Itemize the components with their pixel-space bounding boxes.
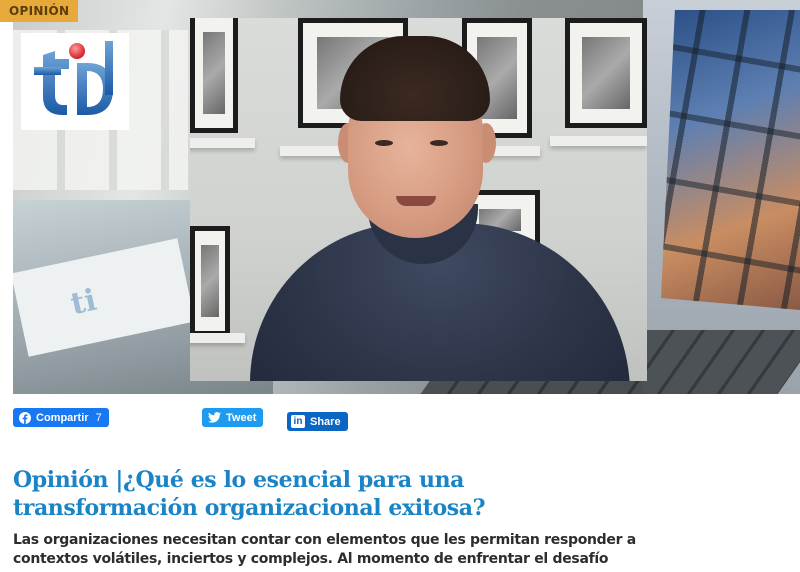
twitter-tweet-label: Tweet xyxy=(226,411,257,424)
facebook-icon xyxy=(19,411,31,424)
linkedin-share-label: Share xyxy=(310,415,341,428)
wall-frame xyxy=(190,18,238,133)
wall-shelf xyxy=(190,333,245,343)
person-eye xyxy=(375,140,393,146)
facebook-share-count: 7 xyxy=(95,411,102,424)
wall-shelf xyxy=(550,136,647,146)
article-title[interactable]: Opinión |¿Qué es lo esencial para una tr… xyxy=(13,466,653,522)
linkedin-icon: in xyxy=(291,415,305,428)
facebook-share-button[interactable]: Compartir 7 xyxy=(13,408,109,427)
wall-frame xyxy=(565,18,647,128)
twitter-tweet-button[interactable]: Tweet xyxy=(202,408,264,427)
person-mouth xyxy=(396,196,436,206)
linkedin-share-button[interactable]: in Share xyxy=(287,412,348,431)
category-tag[interactable]: OPINIÓN xyxy=(0,0,79,22)
twitter-bird-icon xyxy=(208,412,221,423)
laptop-screen-reflection xyxy=(661,10,800,310)
person-eye xyxy=(430,140,448,146)
article-lead: Las organizaciones necesitan contar con … xyxy=(13,532,636,567)
ti-logo-icon[interactable] xyxy=(21,33,129,130)
facebook-share-label: Compartir xyxy=(36,411,89,424)
wall-frame xyxy=(190,226,230,336)
wall-shelf xyxy=(190,138,255,148)
author-photo xyxy=(190,18,647,381)
